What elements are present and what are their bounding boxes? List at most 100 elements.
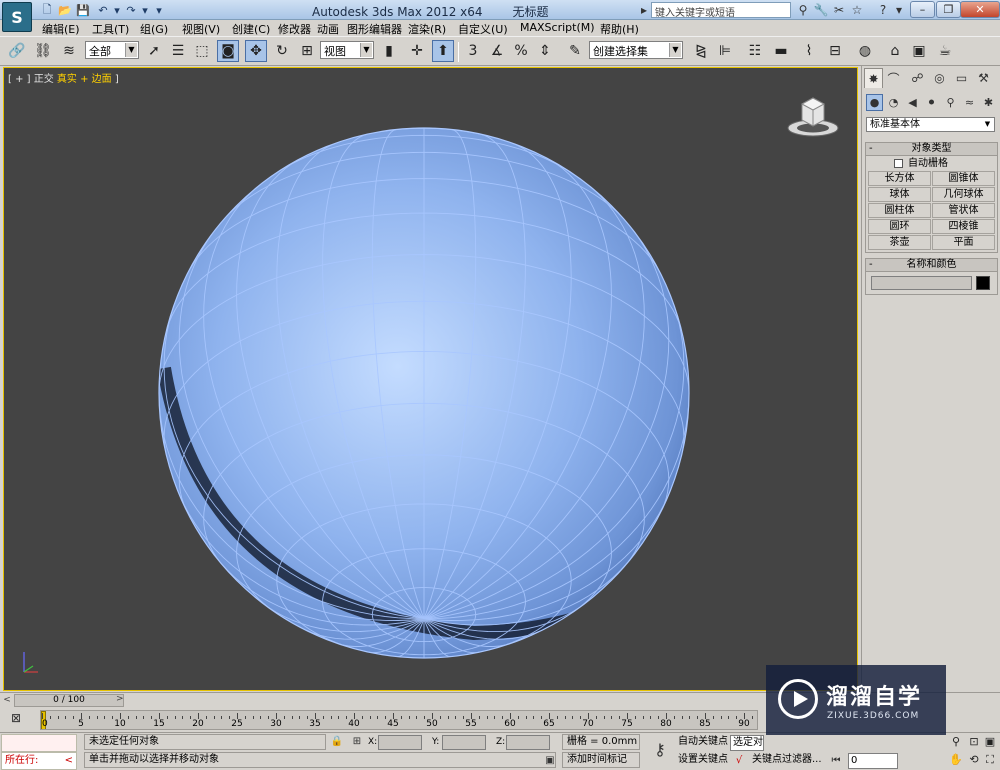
info-center-search-input[interactable]: 键入关键字或短语 xyxy=(651,2,791,18)
checkbox-icon[interactable] xyxy=(894,159,903,168)
geometry-icon[interactable]: ● xyxy=(866,94,883,111)
render-setup-icon[interactable]: ⌂ xyxy=(884,40,906,62)
absolute-mode-icon[interactable]: ⊞ xyxy=(350,735,364,749)
key-filter-curve-icon[interactable]: √ xyxy=(732,754,746,768)
lock-icon[interactable]: 🔒 xyxy=(330,735,344,749)
rectangular-selection-icon[interactable]: ⬚ xyxy=(191,40,213,62)
select-and-move-icon[interactable]: ✥ xyxy=(245,40,267,62)
primitive-category-dropdown[interactable]: 标准基本体 ▼ xyxy=(866,117,995,132)
menu-group[interactable]: 组(G) xyxy=(140,21,168,37)
previous-frame-icon[interactable]: < xyxy=(0,694,14,707)
window-crossing-icon[interactable]: ◙ xyxy=(217,40,239,62)
named-selection-dropdown[interactable]: 创建选择集 ▼ xyxy=(589,41,683,59)
cone-button[interactable]: 圆锥体 xyxy=(932,171,995,186)
set-key-button[interactable]: 设置关键点 xyxy=(678,753,728,769)
utilities-tab-icon[interactable]: ⚒ xyxy=(974,68,993,88)
schematic-view-icon[interactable]: ⊟ xyxy=(824,40,846,62)
application-button[interactable]: S xyxy=(2,2,32,32)
cylinder-button[interactable]: 圆柱体 xyxy=(868,203,931,218)
shapes-icon[interactable]: ◔ xyxy=(885,94,902,111)
viewcube[interactable] xyxy=(786,94,840,138)
maxscript-listener-output[interactable]: 所在行: < xyxy=(1,752,77,770)
save-icon[interactable]: 💾 xyxy=(74,2,92,18)
reference-coordinate-dropdown[interactable]: 视图 ▼ xyxy=(320,41,374,59)
current-frame-field[interactable]: 0 xyxy=(848,753,898,769)
select-object-icon[interactable]: ➚ xyxy=(143,40,165,62)
align-icon[interactable]: ⊫ xyxy=(714,40,736,62)
perspective-viewport[interactable]: [ + ] 正交 真实 + 边面 ] xyxy=(3,67,858,691)
pivot-point-center-icon[interactable]: ▮ xyxy=(378,40,400,62)
tube-button[interactable]: 管状体 xyxy=(932,203,995,218)
auto-key-button[interactable]: 自动关键点 xyxy=(678,735,728,751)
help-dropdown-icon[interactable]: ▾ xyxy=(890,2,908,18)
binoculars-icon[interactable]: ⚲ xyxy=(794,2,812,18)
maximize-viewport-icon[interactable]: ⛶ xyxy=(982,752,998,768)
menu-help[interactable]: 帮助(H) xyxy=(600,21,639,37)
menu-tools[interactable]: 工具(T) xyxy=(92,21,129,37)
favorites-star-icon[interactable]: ☆ xyxy=(848,2,866,18)
curve-editor-icon[interactable]: ⌇ xyxy=(798,40,820,62)
zoom-icon[interactable]: ⚲ xyxy=(948,734,964,750)
select-and-rotate-icon[interactable]: ↻ xyxy=(271,40,293,62)
communication-center-icon[interactable]: ✂ xyxy=(830,2,848,18)
selection-filter-dropdown[interactable]: 全部 ▼ xyxy=(85,41,139,59)
object-type-header[interactable]: - 对象类型 xyxy=(866,143,997,156)
space-warps-icon[interactable]: ≈ xyxy=(961,94,978,111)
next-frame-icon[interactable]: > xyxy=(116,694,126,707)
time-tag-icon[interactable]: ▣ xyxy=(543,754,557,768)
close-button[interactable]: ✕ xyxy=(960,1,1000,18)
link-icon[interactable]: 🔗 xyxy=(6,40,28,62)
object-color-swatch[interactable] xyxy=(976,276,990,290)
new-file-icon[interactable]: 🗋 xyxy=(38,2,56,18)
geosphere-button[interactable]: 几何球体 xyxy=(932,187,995,202)
edit-named-selection-icon[interactable]: ✎ xyxy=(564,40,586,62)
subscription-icon[interactable]: 🔧 xyxy=(812,2,830,18)
box-button[interactable]: 长方体 xyxy=(868,171,931,186)
menu-modifiers[interactable]: 修改器 xyxy=(278,21,311,37)
motion-tab-icon[interactable]: ◎ xyxy=(930,68,949,88)
snaps-toggle-icon[interactable]: 3 xyxy=(462,40,484,62)
open-file-icon[interactable]: 📂 xyxy=(56,2,74,18)
z-coordinate-field[interactable] xyxy=(506,735,550,750)
y-coordinate-field[interactable] xyxy=(442,735,486,750)
rendered-frame-window-icon[interactable]: ▣ xyxy=(908,40,930,62)
open-mini-curve-editor-icon[interactable]: ⊠ xyxy=(6,711,26,729)
object-name-field[interactable] xyxy=(871,276,972,290)
orbit-icon[interactable]: ⟲ xyxy=(966,752,982,768)
select-by-name-icon[interactable]: ☰ xyxy=(167,40,189,62)
material-editor-icon[interactable]: ◍ xyxy=(854,40,876,62)
modify-tab-icon[interactable]: ⌒ xyxy=(884,68,903,88)
mirror-icon[interactable]: ⧎ xyxy=(690,40,712,62)
zoom-extents-icon[interactable]: ▣ xyxy=(982,734,998,750)
set-key-icon[interactable]: ⚷ xyxy=(650,742,670,758)
zoom-all-icon[interactable]: ⊡ xyxy=(966,734,982,750)
name-and-color-header[interactable]: - 名称和颜色 xyxy=(866,259,997,272)
autogrid-checkbox[interactable]: 自动栅格 xyxy=(866,156,997,171)
menu-edit[interactable]: 编辑(E) xyxy=(42,21,80,37)
minimize-button[interactable]: – xyxy=(910,1,935,18)
menu-graph-editors[interactable]: 图形编辑器 xyxy=(347,21,402,37)
render-production-icon[interactable]: ☕ xyxy=(934,40,956,62)
keyboard-shortcut-override-icon[interactable]: ⬆ xyxy=(432,40,454,62)
x-coordinate-field[interactable] xyxy=(378,735,422,750)
graphite-ribbon-icon[interactable]: ▬ xyxy=(770,40,792,62)
helpers-icon[interactable]: ⚲ xyxy=(942,94,959,111)
create-tab-icon[interactable]: ✸ xyxy=(864,68,883,88)
percent-snap-icon[interactable]: % xyxy=(510,40,532,62)
systems-icon[interactable]: ✱ xyxy=(980,94,997,111)
select-and-scale-icon[interactable]: ⊞ xyxy=(296,40,318,62)
menu-views[interactable]: 视图(V) xyxy=(182,21,220,37)
menu-animation[interactable]: 动画 xyxy=(317,21,339,37)
go-to-start-icon[interactable]: ⏮ xyxy=(829,754,843,768)
display-tab-icon[interactable]: ▭ xyxy=(952,68,971,88)
torus-button[interactable]: 圆环 xyxy=(868,219,931,234)
layer-manager-icon[interactable]: ☷ xyxy=(744,40,766,62)
angle-snap-icon[interactable]: ∡ xyxy=(486,40,508,62)
cameras-icon[interactable]: ⚫ xyxy=(923,94,940,111)
unlink-icon[interactable]: ⛓ xyxy=(32,40,54,62)
bind-space-warp-icon[interactable]: ≋ xyxy=(58,40,80,62)
hierarchy-tab-icon[interactable]: ☍ xyxy=(908,68,927,88)
menu-maxscript[interactable]: MAXScript(M) xyxy=(520,21,595,34)
add-time-tag-button[interactable]: 添加时间标记 xyxy=(562,752,640,768)
customize-quick-access-icon[interactable]: ▾ xyxy=(150,2,168,18)
